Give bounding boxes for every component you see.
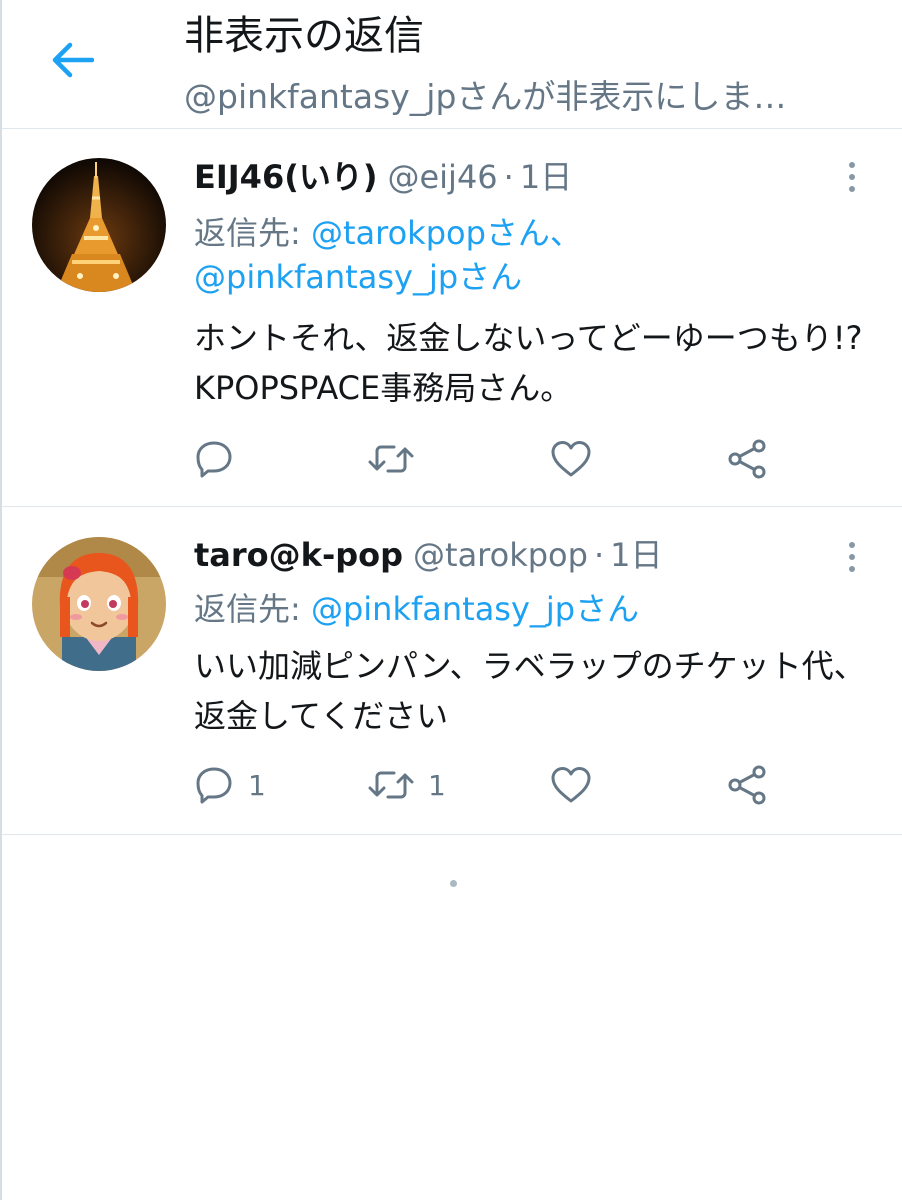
share-button[interactable] [726,757,768,813]
tweet-time: 1日 [519,158,573,196]
tweet[interactable]: EIJ46(いり) @eij46 · 1日 返信先: @tarokpopさん、 @pin… [2,129,902,507]
retweet-button[interactable]: 1 [368,757,446,813]
tweet-header: taro@k-pop @tarokpop · 1日 [194,533,662,577]
tweet[interactable]: taro@k-pop @tarokpop · 1日 返信先: @pinkfantasy… [2,507,902,835]
mention-link[interactable]: @pinkfantasy_jpさん [311,590,639,628]
display-name[interactable]: taro@k-pop [194,536,403,574]
reply-icon [196,767,232,804]
avatar[interactable] [32,158,166,292]
tweet-actions: 1 1 [194,757,814,813]
retweet-icon [368,445,414,473]
more-dot [849,554,855,560]
share-icon [728,439,766,479]
retweet-icon [368,771,414,799]
tokyo-tower-avatar-image [32,158,166,292]
reply-to-label: 返信先: [194,214,311,252]
more-options-button[interactable] [840,155,864,199]
retweet-count: 1 [428,768,446,802]
page-subtitle: @pinkfantasy_jpさんが非表示にしま… [184,77,787,116]
tweet-header: EIJ46(いり) @eij46 · 1日 [194,155,572,199]
heart-icon [551,441,591,477]
reply-to-label: 返信先: [194,590,311,628]
back-button[interactable] [46,34,98,86]
more-dot [849,186,855,192]
reply-button[interactable] [194,431,234,487]
more-vertical-icon [849,542,855,548]
more-dot [849,174,855,180]
separator-dot: · [503,158,514,196]
more-vertical-icon [849,162,855,168]
tweet-text: ホントそれ、返金しないってどーゆーつもり!?KPOPSPACE事務局さん。 [194,319,863,407]
avatar[interactable] [32,537,166,671]
heart-icon [551,767,591,803]
retweet-button[interactable] [368,431,414,487]
like-button[interactable] [550,757,592,813]
user-handle[interactable]: @eij46 [387,158,497,196]
user-handle[interactable]: @tarokpop [413,536,588,574]
character-avatar-image [32,537,166,671]
share-icon [728,765,766,805]
loading-indicator [450,880,457,887]
reply-to: 返信先: @pinkfantasy_jpさん [194,587,639,631]
arrow-left-icon [52,42,94,78]
separator-dot: · [593,536,605,574]
tweet-text: いい加減ピンパン、ラベラップのチケット代、返金してください [194,647,866,735]
reply-button[interactable]: 1 [194,757,266,813]
display-name[interactable]: EIJ46(いり) [194,158,377,196]
mention-link[interactable]: @pinkfantasy_jpさん [194,258,522,296]
reply-count: 1 [248,768,266,802]
reply-icon [196,441,232,478]
tweet-actions [194,431,814,487]
more-options-button[interactable] [840,535,864,579]
page-title: 非表示の返信 [184,13,424,59]
share-button[interactable] [726,431,768,487]
like-button[interactable] [550,431,592,487]
mention-link[interactable]: @tarokpopさん、 [311,214,582,252]
header: 非表示の返信 @pinkfantasy_jpさんが非表示にしま… [2,0,902,129]
more-dot [849,566,855,572]
reply-to: 返信先: @tarokpopさん、 @pinkfantasy_jpさん [194,211,634,299]
tweet-time: 1日 [610,536,663,574]
